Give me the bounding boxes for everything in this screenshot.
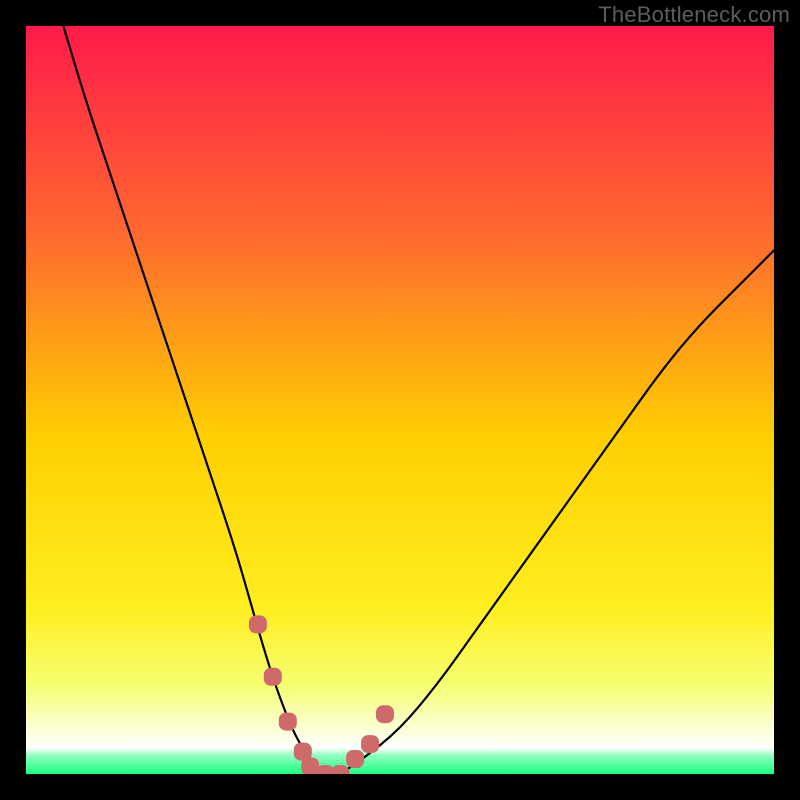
- plot-area: [26, 26, 774, 774]
- lowlight-markers: [26, 26, 774, 774]
- lowlight-marker: [361, 735, 379, 753]
- lowlight-marker: [376, 705, 394, 723]
- lowlight-marker: [346, 750, 364, 768]
- chart-frame: TheBottleneck.com: [0, 0, 800, 800]
- lowlight-marker: [249, 615, 267, 633]
- lowlight-marker: [264, 668, 282, 686]
- lowlight-marker: [279, 713, 297, 731]
- lowlight-marker: [331, 765, 349, 774]
- watermark-text: TheBottleneck.com: [598, 2, 790, 28]
